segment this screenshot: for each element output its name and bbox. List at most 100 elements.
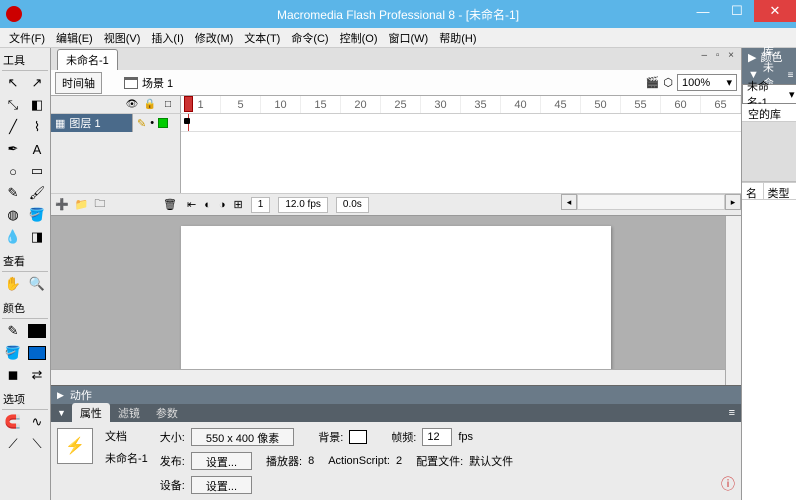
default-colors-icon[interactable]: ◼ <box>2 365 24 385</box>
rectangle-tool-icon[interactable]: ▭ <box>26 161 48 181</box>
tab-properties[interactable]: 属性 <box>72 403 110 423</box>
ruler-tick[interactable]: 25 <box>381 96 421 113</box>
edit-scene-icon[interactable]: 🎬 <box>646 76 660 89</box>
center-frame-icon[interactable]: ⇤ <box>187 198 196 211</box>
ruler-tick[interactable]: 45 <box>541 96 581 113</box>
keyframe-icon[interactable] <box>184 118 190 124</box>
layer-name-cell[interactable]: ▦ 图层 1 <box>51 114 133 132</box>
eyedropper-tool-icon[interactable]: 💧 <box>2 227 24 247</box>
stage-horizontal-scrollbar[interactable] <box>51 369 725 385</box>
expand-arrow-icon[interactable]: ▼ <box>51 408 66 418</box>
tab-params[interactable]: 参数 <box>148 403 186 423</box>
bg-color-swatch[interactable] <box>349 430 367 444</box>
document-tab[interactable]: 未命名-1 <box>57 49 118 70</box>
stroke-color-icon[interactable]: ✎ <box>2 321 24 341</box>
device-settings-button[interactable]: 设置... <box>191 476 252 494</box>
ruler-tick[interactable]: 40 <box>501 96 541 113</box>
brush-tool-icon[interactable]: 🖌 <box>26 183 48 203</box>
menu-modify[interactable]: 修改(M) <box>190 28 239 48</box>
ruler-tick[interactable]: 35 <box>461 96 501 113</box>
ruler-tick[interactable]: 30 <box>421 96 461 113</box>
new-guide-layer-icon[interactable]: 📁 <box>75 198 89 211</box>
gradient-transform-tool-icon[interactable]: ◧ <box>26 95 48 115</box>
maximize-button[interactable]: ☐ <box>720 0 754 22</box>
pencil-tool-icon[interactable]: ✎ <box>2 183 24 203</box>
stroke-swatch[interactable] <box>26 321 48 341</box>
paint-bucket-tool-icon[interactable]: 🪣 <box>26 205 48 225</box>
col-type[interactable]: 类型 <box>764 183 796 199</box>
library-doc-select[interactable]: 未命名-1 ▾ <box>742 84 796 104</box>
col-name[interactable]: 名称 <box>742 183 764 199</box>
menu-text[interactable]: 文本(T) <box>239 28 285 48</box>
scene-breadcrumb[interactable]: 场景 1 <box>124 75 173 91</box>
layer-row[interactable]: ▦ 图层 1 ✎• <box>51 114 741 132</box>
size-button[interactable]: 550 x 400 像素 <box>191 428 294 446</box>
edit-symbols-icon[interactable]: ⬡ <box>663 76 673 89</box>
doc-window-controls[interactable]: ‒ ▫ × <box>701 50 737 61</box>
line-tool-icon[interactable]: ╱ <box>2 117 24 137</box>
menu-view[interactable]: 视图(V) <box>99 28 146 48</box>
fps-input[interactable] <box>422 428 452 446</box>
publish-settings-button[interactable]: 设置... <box>191 452 252 470</box>
menu-file[interactable]: 文件(F) <box>4 28 50 48</box>
menu-window[interactable]: 窗口(W) <box>384 28 434 48</box>
menu-insert[interactable]: 插入(I) <box>146 28 188 48</box>
ruler-tick[interactable]: 10 <box>261 96 301 113</box>
lasso-tool-icon[interactable]: ⌇ <box>26 117 48 137</box>
stage-canvas[interactable] <box>181 226 611 376</box>
playhead-icon[interactable] <box>184 96 193 112</box>
layer-status-cells[interactable]: ✎• <box>133 114 181 132</box>
library-list[interactable] <box>742 200 796 500</box>
tab-filters[interactable]: 滤镜 <box>110 403 148 423</box>
ruler-tick[interactable]: 5 <box>221 96 261 113</box>
visibility-icon[interactable]: 👁 <box>126 99 138 111</box>
frame-cells[interactable] <box>181 114 741 132</box>
ruler-tick[interactable]: 20 <box>341 96 381 113</box>
free-transform-tool-icon[interactable]: ⤡ <box>2 95 24 115</box>
eraser-tool-icon[interactable]: ◨ <box>26 227 48 247</box>
menu-control[interactable]: 控制(O) <box>335 28 383 48</box>
new-folder-icon[interactable]: 🗀 <box>94 195 105 214</box>
frame-ruler[interactable]: 15101520253035404550556065 <box>181 96 741 113</box>
timeline-toggle-button[interactable]: 时间轴 <box>55 72 102 94</box>
ruler-tick[interactable]: 50 <box>581 96 621 113</box>
info-ring-icon[interactable]: ⓘ <box>721 474 735 494</box>
delete-layer-icon[interactable]: 🗑 <box>163 198 177 211</box>
stage-vertical-scrollbar[interactable] <box>725 216 741 385</box>
minimize-button[interactable]: — <box>686 0 720 22</box>
timeline-scrollbar[interactable]: ◂▸ <box>561 194 741 210</box>
ruler-tick[interactable]: 15 <box>301 96 341 113</box>
lock-icon[interactable]: 🔒 <box>144 99 156 111</box>
ruler-tick[interactable]: 55 <box>621 96 661 113</box>
straighten-option-icon[interactable]: ⟋ <box>2 434 24 454</box>
ink-bottle-tool-icon[interactable]: ◍ <box>2 205 24 225</box>
menu-edit[interactable]: 编辑(E) <box>51 28 98 48</box>
library-column-headers[interactable]: 名称 类型 <box>742 182 796 200</box>
oval-tool-icon[interactable]: ○ <box>2 161 24 181</box>
fill-color-icon[interactable]: 🪣 <box>2 343 24 363</box>
onion-outline-icon[interactable]: ◑ <box>219 199 226 211</box>
option-icon[interactable]: ⟍ <box>26 434 48 454</box>
zoom-select[interactable]: 100%▾ <box>677 74 737 91</box>
close-button[interactable]: ✕ <box>754 0 796 22</box>
zoom-tool-icon[interactable]: 🔍 <box>26 274 48 294</box>
snap-option-icon[interactable]: 🧲 <box>2 412 24 432</box>
ruler-tick[interactable]: 65 <box>701 96 741 113</box>
fill-swatch[interactable] <box>26 343 48 363</box>
pen-tool-icon[interactable]: ✒ <box>2 139 24 159</box>
menu-commands[interactable]: 命令(C) <box>286 28 333 48</box>
ruler-tick[interactable]: 60 <box>661 96 701 113</box>
onion-skin-icon[interactable]: ◐ <box>204 199 211 211</box>
outline-icon[interactable]: □ <box>162 99 174 111</box>
subselection-tool-icon[interactable]: ↗ <box>26 73 48 93</box>
hand-tool-icon[interactable]: ✋ <box>2 274 24 294</box>
edit-multiple-icon[interactable]: ⊞ <box>234 198 243 211</box>
text-tool-icon[interactable]: A <box>26 139 48 159</box>
selection-tool-icon[interactable]: ↖ <box>2 73 24 93</box>
smooth-option-icon[interactable]: ∿ <box>26 412 48 432</box>
panel-menu-icon[interactable]: ≡ <box>729 407 741 419</box>
menu-help[interactable]: 帮助(H) <box>434 28 481 48</box>
stage-area[interactable] <box>51 216 741 385</box>
new-layer-icon[interactable]: ➕ <box>55 198 69 211</box>
swap-colors-icon[interactable]: ⇄ <box>26 365 48 385</box>
